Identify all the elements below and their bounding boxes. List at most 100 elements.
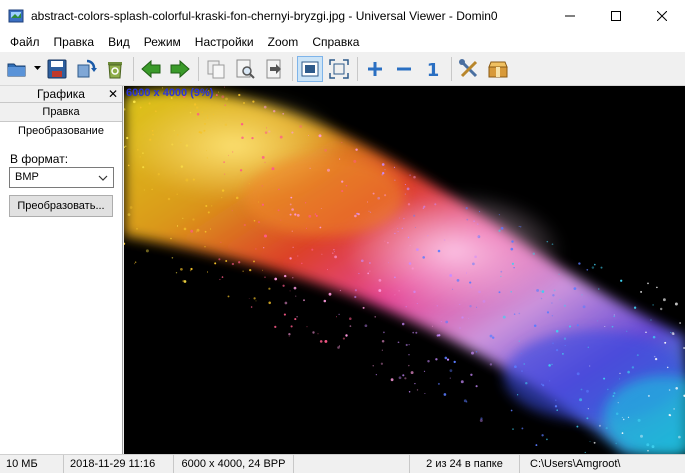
paint-speck [264,234,267,238]
paint-speck [424,393,426,394]
paint-speck [498,213,501,216]
tab-edit[interactable]: Правка [0,103,122,122]
paint-speck [384,168,386,171]
zoom-out-button[interactable] [391,56,417,82]
open-dropdown[interactable] [33,56,41,82]
paint-speck [219,278,221,281]
paint-speck [452,288,454,290]
status-dimensions: 6000 x 4000, 24 BPP [174,454,294,473]
paint-speck [645,331,647,334]
paint-speck [406,187,410,191]
paint-speck [321,253,323,255]
menu-help[interactable]: Справка [305,32,366,52]
paint-speck [154,110,157,113]
format-label: В формат: [10,152,69,166]
reload-button[interactable] [73,56,99,82]
paint-speck [295,295,297,297]
paint-speck [564,344,566,347]
save-button[interactable] [44,56,70,82]
paint-speck [518,340,520,342]
paint-speck [398,217,400,219]
paint-speck [540,297,543,300]
menu-file[interactable]: Файл [3,32,47,52]
maximize-button[interactable] [593,0,639,32]
close-button[interactable] [639,0,685,32]
paint-speck [449,369,453,372]
convert-button[interactable]: Преобразовать... [9,195,113,217]
minimize-button[interactable] [547,0,593,32]
title-bar: abstract-colors-splash-colorful-kraski-f… [0,0,685,32]
paint-speck [569,325,571,328]
open-button[interactable] [4,56,30,82]
paint-speck [405,343,408,347]
paint-speck [613,315,615,318]
copy-button[interactable] [203,56,229,82]
paint-speck [460,380,464,384]
menu-settings[interactable]: Настройки [188,32,261,52]
print-preview-button[interactable] [232,56,258,82]
paint-speck [408,354,410,356]
paint-speck [317,333,319,335]
fit-window-button[interactable] [297,55,323,82]
menu-mode[interactable]: Режим [137,32,188,52]
paint-speck [341,141,343,144]
paint-speck [314,213,317,215]
paint-speck [238,261,241,264]
rotate-refresh-icon [77,59,97,77]
paint-speck [358,272,360,275]
menu-view[interactable]: Вид [101,32,137,52]
paint-speck [238,93,241,97]
actual-size-button[interactable]: 1 [420,56,446,82]
paint-speck [345,334,348,337]
fullscreen-button[interactable] [326,56,352,82]
paint-speck [225,260,228,262]
panel-close-icon[interactable]: ✕ [108,86,118,103]
previous-button[interactable] [138,56,164,82]
paint-speck [668,389,671,391]
paint-speck [289,290,291,292]
paint-speck [650,319,652,321]
paint-speck [589,365,591,367]
paint-speck [189,269,192,272]
image-viewport[interactable]: 6000 x 4000 (9%) [124,86,685,454]
paint-speck [480,417,483,420]
paint-speck [603,377,606,380]
paint-speck [315,214,318,217]
format-select[interactable]: BMP [9,167,114,188]
paint-speck [324,149,327,152]
paint-speck [546,240,549,243]
menu-edit[interactable]: Правка [47,32,102,52]
menu-zoom[interactable]: Zoom [261,32,306,52]
paint-speck [171,143,174,146]
paint-speck [195,231,197,233]
settings-button[interactable] [456,56,482,82]
paint-speck [411,267,414,270]
paint-speck [398,290,400,292]
minimize-icon [565,15,575,17]
tab-convert[interactable]: Преобразование [0,122,122,141]
paint-speck [207,117,209,119]
paint-speck [145,249,149,253]
paint-speck [332,252,334,254]
paint-speck [393,166,396,168]
paint-speck [173,130,175,132]
delete-button[interactable] [102,56,128,82]
paint-speck [218,258,221,261]
paint-speck [413,175,416,179]
export-button[interactable] [261,56,287,82]
paint-speck [611,325,614,328]
next-button[interactable] [167,56,193,82]
paint-speckles [124,86,685,453]
paint-speck [215,94,218,97]
paint-speck [205,205,208,207]
paint-speck [241,136,244,139]
paint-speck [231,210,233,212]
zoom-in-button[interactable] [362,56,388,82]
plugins-button[interactable] [485,56,511,82]
paint-speck [255,248,257,250]
paint-speck [607,388,609,391]
paint-speck [268,287,271,290]
paint-speck [227,295,230,298]
paint-speck [214,262,217,265]
paint-speck [542,384,545,387]
